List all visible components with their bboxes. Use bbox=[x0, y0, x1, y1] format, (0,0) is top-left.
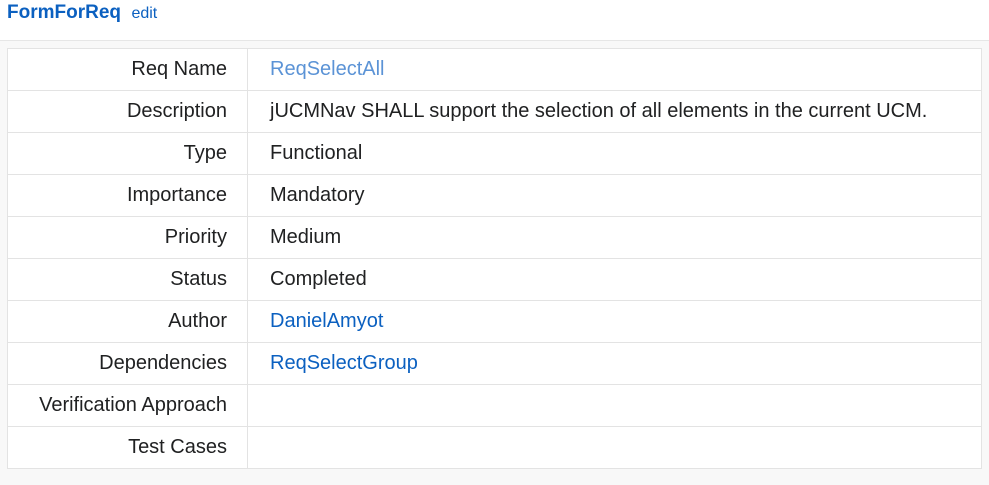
dependencies-label: Dependencies bbox=[7, 342, 248, 385]
dependency-link[interactable]: ReqSelectGroup bbox=[270, 352, 418, 374]
page-header: FormForReq edit bbox=[7, 2, 157, 24]
form-panel: Req Name ReqSelectAll Description jUCMNa… bbox=[0, 40, 989, 485]
priority-value: Medium bbox=[247, 216, 982, 259]
verification-approach-value bbox=[247, 384, 982, 427]
type-value: Functional bbox=[247, 132, 982, 175]
req-name-link[interactable]: ReqSelectAll bbox=[270, 58, 385, 80]
row-description: Description jUCMNav SHALL support the se… bbox=[7, 90, 982, 133]
requirement-table: Req Name ReqSelectAll Description jUCMNa… bbox=[7, 48, 982, 469]
author-link[interactable]: DanielAmyot bbox=[270, 310, 383, 332]
row-author: Author DanielAmyot bbox=[7, 300, 982, 343]
row-importance: Importance Mandatory bbox=[7, 174, 982, 217]
description-value: jUCMNav SHALL support the selection of a… bbox=[247, 90, 982, 133]
priority-label: Priority bbox=[7, 216, 248, 259]
req-name-label: Req Name bbox=[7, 48, 248, 91]
row-dependencies: Dependencies ReqSelectGroup bbox=[7, 342, 982, 385]
verification-approach-label: Verification Approach bbox=[7, 384, 248, 427]
importance-label: Importance bbox=[7, 174, 248, 217]
req-name-cell: ReqSelectAll bbox=[247, 48, 982, 91]
status-value: Completed bbox=[247, 258, 982, 301]
row-req-name: Req Name ReqSelectAll bbox=[7, 48, 982, 91]
status-label: Status bbox=[7, 258, 248, 301]
row-verification-approach: Verification Approach bbox=[7, 384, 982, 427]
edit-link[interactable]: edit bbox=[131, 5, 157, 22]
importance-value: Mandatory bbox=[247, 174, 982, 217]
row-priority: Priority Medium bbox=[7, 216, 982, 259]
test-cases-label: Test Cases bbox=[7, 426, 248, 469]
form-title-link[interactable]: FormForReq bbox=[7, 2, 121, 23]
row-test-cases: Test Cases bbox=[7, 426, 982, 469]
author-label: Author bbox=[7, 300, 248, 343]
author-cell: DanielAmyot bbox=[247, 300, 982, 343]
dependencies-cell: ReqSelectGroup bbox=[247, 342, 982, 385]
row-status: Status Completed bbox=[7, 258, 982, 301]
test-cases-value bbox=[247, 426, 982, 469]
type-label: Type bbox=[7, 132, 248, 175]
row-type: Type Functional bbox=[7, 132, 982, 175]
description-label: Description bbox=[7, 90, 248, 133]
